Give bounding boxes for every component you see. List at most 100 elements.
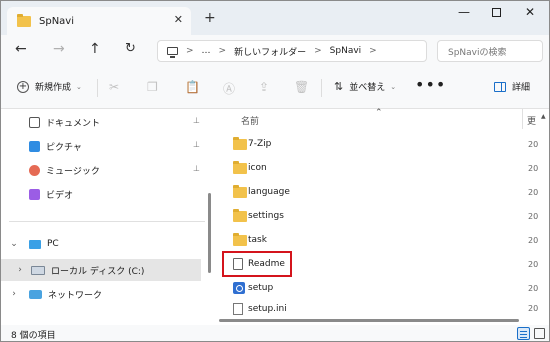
documents-icon (29, 116, 40, 128)
rename-icon[interactable]: Ⓐ (223, 80, 235, 97)
file-name: settings (248, 211, 284, 221)
file-date: 20 (528, 283, 539, 293)
nav-item-label: ピクチャ (46, 142, 82, 153)
nav-item-pictures[interactable]: ピクチャ ⊥ (1, 135, 201, 157)
maximize-button[interactable] (481, 5, 511, 23)
maximize-icon (491, 8, 501, 17)
command-bar: + 新規作成 ⌄ ✂ ❐ 📋 Ⓐ ⇪ 🗑 ⇅ 並べ替え ⌄ ••• 詳細 (1, 67, 549, 109)
search-input[interactable]: SpNaviの検索 (437, 40, 543, 62)
nav-item-label: PC (47, 239, 59, 249)
file-name: language (248, 187, 290, 197)
details-pane-button[interactable]: 詳細 (494, 80, 530, 93)
details-label: 詳細 (512, 83, 531, 93)
refresh-button[interactable]: ↻ (125, 41, 136, 56)
nav-item-documents[interactable]: ドキュメント ⊥ (1, 111, 201, 133)
pc-icon (29, 239, 41, 249)
nav-item-local-disk[interactable]: › ローカル ディスク (C:) (1, 259, 201, 281)
file-row-language[interactable]: language 20 (219, 181, 541, 203)
file-name: icon (248, 163, 267, 173)
breadcrumb-new-folder[interactable]: 新しいフォルダー (234, 45, 306, 58)
music-icon (29, 164, 40, 176)
share-icon[interactable]: ⇪ (259, 80, 269, 94)
drive-icon (31, 265, 45, 275)
folder-icon (17, 13, 31, 27)
file-name: setup (248, 283, 274, 293)
address-bar[interactable]: > … > 新しいフォルダー > SpNavi > (157, 40, 427, 62)
text-file-icon (233, 258, 243, 270)
file-name: Readme (248, 259, 285, 269)
file-list: ⌃ 名前 更 7-Zip 20 icon 20 language 20 sett… (219, 108, 541, 325)
new-button[interactable]: + 新規作成 ⌄ (17, 80, 82, 93)
sort-caret-icon: ⌃ (375, 108, 383, 118)
back-button[interactable]: ← (15, 41, 27, 57)
minimize-button[interactable]: — (449, 5, 479, 23)
column-header-name[interactable]: 名前 (241, 114, 259, 127)
horizontal-scrollbar[interactable] (219, 319, 541, 323)
breadcrumb-spnavi[interactable]: SpNavi (330, 46, 362, 56)
status-bar: 8 個の項目 (1, 325, 549, 341)
file-date: 20 (528, 304, 539, 313)
more-options-button[interactable]: ••• (415, 75, 446, 94)
tiles-view-icon[interactable] (534, 328, 545, 339)
sort-button[interactable]: ⇅ 並べ替え ⌄ (334, 80, 396, 93)
forward-button[interactable]: → (53, 41, 65, 57)
file-date: 20 (528, 259, 539, 269)
details-view-icon[interactable] (517, 327, 530, 340)
file-row-setup[interactable]: setup 20 (219, 277, 541, 299)
file-name: 7-Zip (248, 139, 272, 149)
folder-icon (233, 136, 247, 150)
up-button[interactable]: ↑ (89, 41, 101, 57)
file-row-task[interactable]: task 20 (219, 229, 541, 251)
horizontal-scroll-thumb[interactable] (219, 319, 519, 322)
tab-spnavi[interactable]: SpNavi ✕ (7, 7, 191, 35)
pc-icon (167, 47, 178, 58)
nav-item-label: ローカル ディスク (C:) (51, 266, 145, 277)
new-tab-button[interactable]: + (204, 10, 216, 26)
nav-scrollbar[interactable] (208, 193, 211, 273)
toolbar-divider (97, 79, 98, 97)
nav-item-this-pc[interactable]: ⌄ PC (1, 233, 201, 255)
chevron-down-icon: ⌄ (390, 82, 397, 91)
column-divider[interactable] (522, 109, 523, 129)
plus-circle-icon: + (17, 80, 29, 93)
nav-item-label: ドキュメント (46, 118, 101, 129)
cut-icon[interactable]: ✂ (109, 80, 119, 94)
folder-icon (233, 232, 247, 246)
close-tab-icon[interactable]: ✕ (174, 13, 183, 26)
delete-icon[interactable]: 🗑 (294, 80, 309, 94)
nav-item-network[interactable]: › ネットワーク (1, 283, 201, 305)
pin-icon[interactable]: ⊥ (193, 140, 200, 149)
file-date: 20 (528, 235, 539, 245)
column-header-date[interactable]: 更 (527, 114, 536, 127)
nav-item-music[interactable]: ミュージック ⊥ (1, 159, 201, 181)
nav-item-label: ビデオ (46, 190, 74, 201)
column-header-row: ⌃ 名前 更 (219, 108, 541, 129)
address-toolbar: ← → ↑ ↻ > … > 新しいフォルダー > SpNavi > SpNavi… (1, 35, 549, 67)
file-row-readme[interactable]: Readme 20 (219, 253, 541, 275)
file-row-icon[interactable]: icon 20 (219, 157, 541, 179)
file-row-settings[interactable]: settings 20 (219, 205, 541, 227)
file-row-7zip[interactable]: 7-Zip 20 (219, 133, 541, 155)
chevron-right-icon[interactable]: › (15, 265, 25, 275)
paste-icon[interactable]: 📋 (185, 80, 200, 94)
pin-icon[interactable]: ⊥ (193, 164, 200, 173)
details-pane-icon (494, 81, 506, 92)
nav-item-videos[interactable]: ビデオ (1, 183, 201, 205)
close-window-button[interactable]: ✕ (515, 5, 545, 23)
breadcrumb-overflow[interactable]: … (202, 46, 211, 56)
file-name: setup.ini (248, 304, 287, 314)
scroll-up-icon[interactable]: ▲ (541, 113, 546, 120)
file-date: 20 (528, 211, 539, 221)
tab-title: SpNavi (39, 15, 74, 27)
copy-icon[interactable]: ❐ (147, 80, 158, 94)
folder-icon (233, 184, 247, 198)
pin-icon[interactable]: ⊥ (193, 116, 200, 125)
chevron-right-icon[interactable]: › (9, 289, 19, 299)
title-bar: SpNavi ✕ + — ✕ (1, 1, 549, 35)
sort-icon: ⇅ (334, 80, 344, 93)
file-list-scrollbar[interactable]: ▲ (541, 113, 549, 319)
toolbar-divider (321, 79, 322, 97)
chevron-down-icon[interactable]: ⌄ (9, 239, 19, 249)
file-row-setup-ini[interactable]: setup.ini 20 (219, 301, 541, 315)
file-date: 20 (528, 163, 539, 173)
